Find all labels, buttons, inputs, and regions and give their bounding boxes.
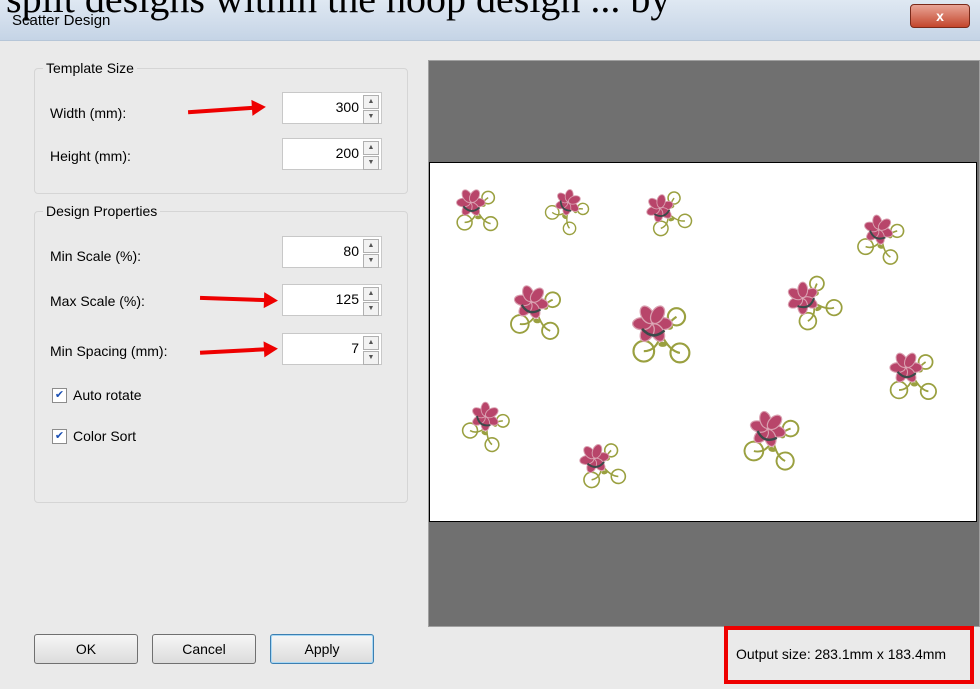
auto-rotate-label: Auto rotate: [73, 387, 142, 403]
template-size-legend: Template Size: [43, 60, 137, 76]
apply-button[interactable]: Apply: [270, 634, 374, 664]
min-spacing-value: 7: [351, 340, 359, 356]
title-bar: split designs within the hoop design ...…: [0, 0, 980, 40]
spin-down-icon[interactable]: ▼: [363, 351, 379, 365]
color-sort-checkbox[interactable]: ✔ Color Sort: [52, 428, 136, 444]
checkmark-icon[interactable]: ✔: [52, 428, 67, 444]
output-size-text: Output size: 283.1mm x 183.4mm: [736, 646, 947, 662]
embroidery-flower-icon: [787, 275, 843, 331]
spin-up-icon[interactable]: ▲: [363, 239, 379, 253]
embroidery-flower-icon: [857, 214, 905, 265]
spin-up-icon[interactable]: ▲: [363, 141, 379, 155]
embroidery-flower-icon: [743, 410, 800, 471]
max-scale-value: 125: [335, 291, 359, 307]
preview-panel: [428, 60, 980, 627]
checkmark-icon[interactable]: ✔: [52, 387, 67, 403]
embroidery-flower-icon: [510, 285, 562, 340]
embroidery-flower-icon: [544, 189, 590, 236]
spin-up-icon[interactable]: ▲: [363, 287, 379, 301]
embroidery-flower-icon: [579, 443, 627, 489]
embroidery-flower-icon: [889, 352, 937, 400]
close-button[interactable]: x: [910, 4, 970, 28]
spin-down-icon[interactable]: ▼: [363, 156, 379, 170]
min-spacing-label: Min Spacing (mm):: [50, 343, 168, 359]
cancel-button[interactable]: Cancel: [152, 634, 256, 664]
embroidery-flower-icon: [461, 401, 510, 453]
height-stepper[interactable]: 200 ▲ ▼: [282, 138, 382, 170]
min-scale-value: 80: [343, 243, 359, 259]
min-scale-spin-arrows[interactable]: ▲ ▼: [363, 239, 379, 268]
spin-down-icon[interactable]: ▼: [363, 302, 379, 316]
max-scale-label: Max Scale (%):: [50, 293, 145, 309]
min-spacing-stepper[interactable]: 7 ▲ ▼: [282, 333, 382, 365]
design-canvas: [429, 162, 977, 522]
min-scale-stepper[interactable]: 80 ▲ ▼: [282, 236, 382, 268]
width-stepper[interactable]: 300 ▲ ▼: [282, 92, 382, 124]
template-size-group: Template Size: [34, 60, 408, 194]
min-scale-label: Min Scale (%):: [50, 248, 142, 264]
min-spacing-spin-arrows[interactable]: ▲ ▼: [363, 336, 379, 365]
auto-rotate-checkbox[interactable]: ✔ Auto rotate: [52, 387, 142, 403]
max-scale-stepper[interactable]: 125 ▲ ▼: [282, 284, 382, 316]
width-label: Width (mm):: [50, 105, 127, 121]
spin-up-icon[interactable]: ▲: [363, 95, 379, 109]
max-scale-spin-arrows[interactable]: ▲ ▼: [363, 287, 379, 316]
dialog-body: Template Size Width (mm): 300 ▲ ▼ Height …: [0, 40, 980, 689]
spin-down-icon[interactable]: ▼: [363, 110, 379, 124]
embroidery-flower-icon: [646, 191, 693, 237]
design-properties-legend: Design Properties: [43, 203, 161, 219]
color-sort-label: Color Sort: [73, 428, 137, 444]
embroidery-flower-icon: [456, 189, 499, 232]
height-spin-arrows[interactable]: ▲ ▼: [363, 141, 379, 170]
ok-button[interactable]: OK: [34, 634, 138, 664]
spin-up-icon[interactable]: ▲: [363, 336, 379, 350]
spin-down-icon[interactable]: ▼: [363, 254, 379, 268]
embroidery-flower-icon: [631, 305, 691, 364]
height-value: 200: [335, 145, 359, 161]
width-spin-arrows[interactable]: ▲ ▼: [363, 95, 379, 124]
width-value: 300: [335, 99, 359, 115]
window-title: Scatter Design: [12, 12, 111, 29]
height-label: Height (mm):: [50, 148, 131, 164]
